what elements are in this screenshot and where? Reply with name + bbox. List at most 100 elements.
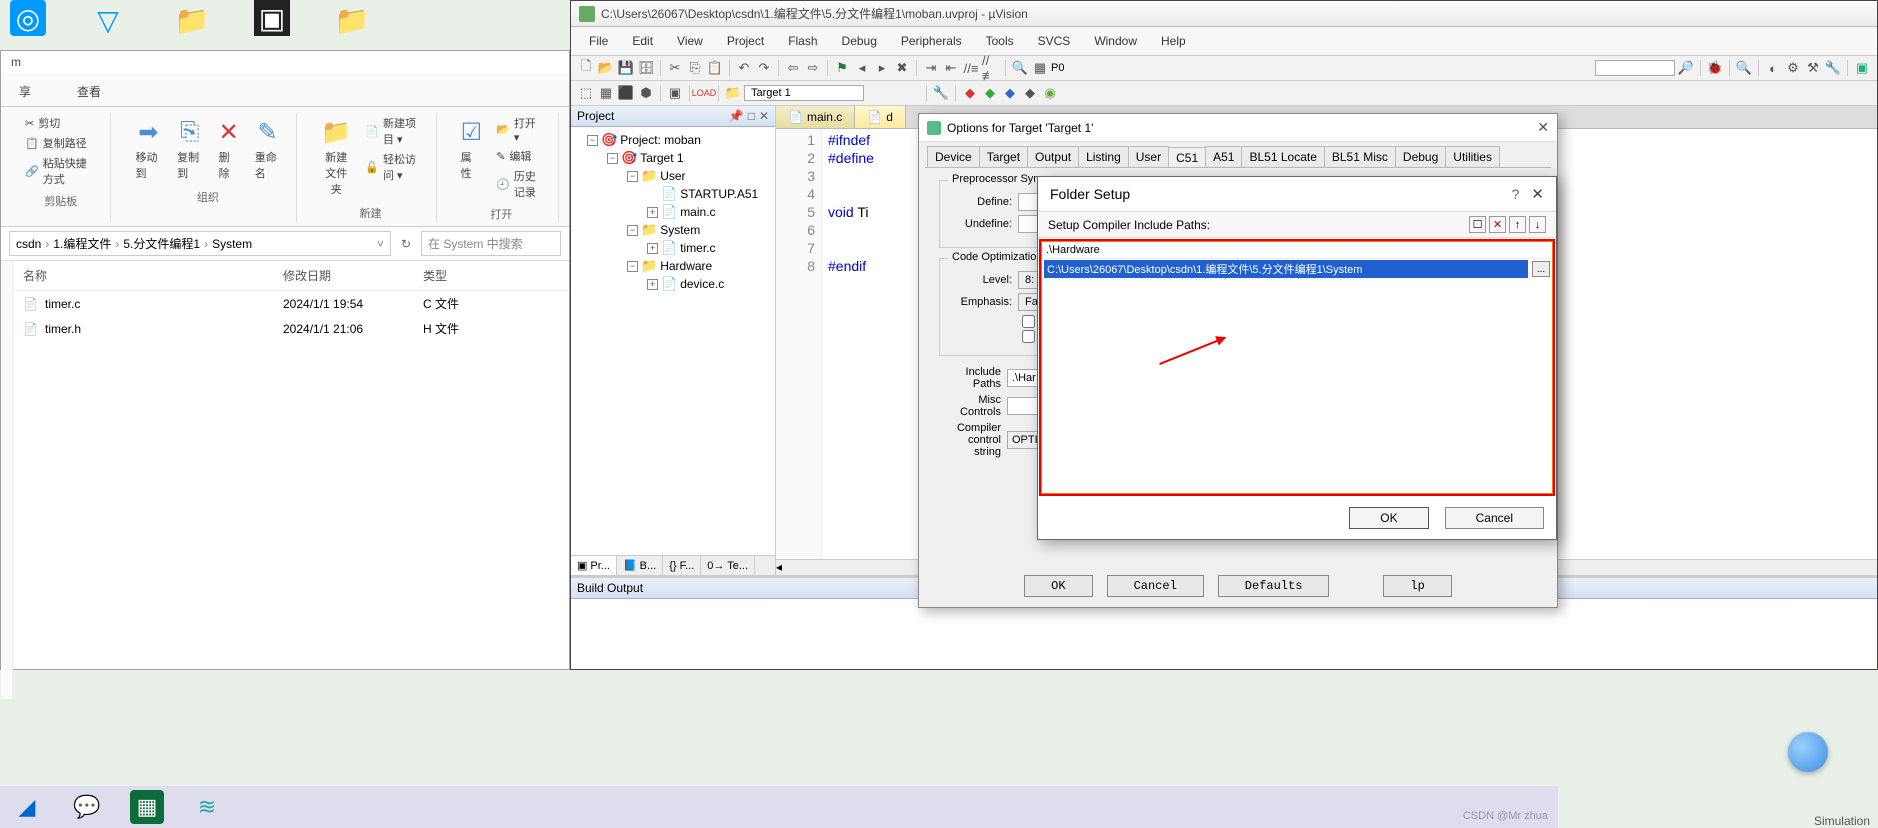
target-combo[interactable]: Target 1 (744, 85, 864, 101)
new-folder-button[interactable]: 📁新建 文件夹 (315, 113, 357, 201)
tab-templates[interactable]: 0→ Te... (701, 556, 755, 575)
config1-icon[interactable]: ◐ (1764, 59, 1782, 77)
code-content[interactable]: #ifndef #define void Ti #endif (822, 129, 880, 559)
tab-bl51-misc[interactable]: BL51 Misc (1324, 146, 1396, 167)
column-headers[interactable]: 名称 修改日期 类型 (13, 261, 569, 291)
manage5-icon[interactable]: ◉ (1041, 84, 1059, 102)
breadcrumb-seg[interactable]: 1.编程文件 (53, 235, 111, 252)
browse-button[interactable]: ... (1532, 261, 1550, 277)
collapse-icon[interactable]: − (607, 153, 618, 164)
col-date[interactable]: 修改日期 (283, 267, 423, 284)
tree-group[interactable]: User (660, 169, 685, 183)
tree-file[interactable]: main.c (680, 205, 715, 219)
find-icon[interactable]: 🔍 (1011, 59, 1029, 77)
help-icon[interactable]: ? (1512, 186, 1520, 202)
taskbar-app[interactable]: ▦ (130, 790, 164, 824)
easy-access-button[interactable]: 🔓轻松访问 ▾ (361, 149, 425, 185)
rename-button[interactable]: ✎重命名 (249, 113, 287, 185)
close-icon[interactable]: ✕ (759, 109, 769, 123)
tree-group[interactable]: Hardware (660, 259, 712, 273)
menu-window[interactable]: Window (1084, 30, 1147, 52)
menu-peripherals[interactable]: Peripherals (891, 30, 972, 52)
open-button[interactable]: 📂打开 ▾ (492, 113, 548, 146)
move-down-button[interactable]: ↓ (1529, 216, 1546, 233)
wrench-icon[interactable]: 🔧 (1824, 59, 1842, 77)
file-row[interactable]: 📄 timer.h 2024/1/1 21:06 H 文件 (13, 316, 569, 341)
undo-icon[interactable]: ↶ (735, 59, 753, 77)
window-icon[interactable]: ▣ (1853, 59, 1871, 77)
collapse-icon[interactable]: − (627, 225, 638, 236)
ok-button[interactable]: OK (1349, 507, 1428, 529)
col-type[interactable]: 类型 (423, 267, 503, 284)
comment-icon[interactable]: //≡ (962, 59, 980, 77)
new-path-button[interactable]: ☐ (1469, 216, 1486, 233)
include-paths-list[interactable]: .\Hardware C:\Users\26067\Desktop\csdn\1… (1041, 241, 1553, 494)
build-icon[interactable]: ⬚ (577, 84, 595, 102)
menu-project[interactable]: Project (717, 30, 774, 52)
manage2-icon[interactable]: ◆ (981, 84, 999, 102)
move-to-button[interactable]: ➡移动到 (129, 113, 167, 185)
path-row[interactable]: .\Hardware (1042, 242, 1552, 259)
explorer-menu-m[interactable]: m (1, 51, 569, 73)
desktop-folder-icon[interactable]: 📁 (330, 0, 374, 40)
cut-button[interactable]: ✂剪切 (21, 113, 100, 133)
help-button[interactable]: lp (1383, 575, 1451, 597)
desktop-app-icon[interactable]: ▣ (254, 0, 290, 36)
bookmark-next-icon[interactable]: ▸ (873, 59, 891, 77)
close-icon[interactable]: ✕ (1531, 185, 1544, 203)
editor-tab[interactable]: 📄main.c (776, 106, 855, 128)
delete-path-button[interactable]: ✕ (1489, 216, 1506, 233)
new-item-button[interactable]: 📄新建项目 ▾ (361, 113, 425, 149)
menu-view[interactable]: View (667, 30, 713, 52)
expand-icon[interactable]: + (647, 207, 658, 218)
redo-icon[interactable]: ↷ (755, 59, 773, 77)
rebuild-icon[interactable]: ⬛ (617, 84, 635, 102)
breadcrumb-seg[interactable]: 5.分文件编程1 (123, 235, 200, 252)
tab-utilities[interactable]: Utilities (1445, 146, 1500, 167)
edit-button[interactable]: ✎编辑 (492, 146, 548, 166)
tab-bl51-locate[interactable]: BL51 Locate (1241, 146, 1324, 167)
menu-tools[interactable]: Tools (976, 30, 1024, 52)
tree-group[interactable]: System (660, 223, 700, 237)
indent-icon[interactable]: ⇥ (922, 59, 940, 77)
desktop-app-icon[interactable]: ▽ (86, 0, 130, 40)
menu-help[interactable]: Help (1151, 30, 1196, 52)
search-combo[interactable] (1595, 60, 1675, 76)
tab-a51[interactable]: A51 (1205, 146, 1242, 167)
taskbar-app[interactable]: ◢ (10, 790, 44, 824)
build-all-icon[interactable]: ▦ (597, 84, 615, 102)
outdent-icon[interactable]: ⇤ (942, 59, 960, 77)
ribbon-tab-share[interactable]: 享 (11, 77, 39, 106)
save-icon[interactable]: 💾 (617, 59, 635, 77)
bookmark-clear-icon[interactable]: ✖ (893, 59, 911, 77)
chk-do[interactable] (1022, 330, 1035, 343)
refresh-button[interactable]: ↻ (397, 235, 415, 253)
options-titlebar[interactable]: Options for Target 'Target 1' ✕ (919, 114, 1557, 142)
desktop-folder-icon[interactable]: 📁 (170, 0, 214, 40)
tab-project[interactable]: ▣Pr... (571, 556, 617, 575)
tree-target[interactable]: Target 1 (640, 151, 683, 165)
path-row-selected[interactable]: C:\Users\26067\Desktop\csdn\1.编程文件\5.分文件… (1042, 259, 1552, 279)
collapse-icon[interactable]: − (587, 135, 598, 146)
search-input[interactable]: 在 System 中搜索 (421, 231, 561, 256)
menu-file[interactable]: File (579, 30, 618, 52)
menu-flash[interactable]: Flash (778, 30, 827, 52)
bookmark-icon[interactable]: ⚑ (833, 59, 851, 77)
cut-icon[interactable]: ✂ (666, 59, 684, 77)
file-row[interactable]: 📄 timer.c 2024/1/1 19:54 C 文件 (13, 291, 569, 316)
desktop-app-icon[interactable]: ◎ (10, 0, 46, 36)
copy-icon[interactable]: ⎘ (686, 59, 704, 77)
paste-icon[interactable]: 📋 (706, 59, 724, 77)
bookmark-prev-icon[interactable]: ◂ (853, 59, 871, 77)
breadcrumb-seg[interactable]: csdn (16, 237, 41, 251)
tab-functions[interactable]: {} F... (663, 556, 701, 575)
defaults-button[interactable]: Defaults (1218, 575, 1330, 597)
path-text[interactable]: C:\Users\26067\Desktop\csdn\1.编程文件\5.分文件… (1044, 260, 1528, 278)
tab-user[interactable]: User (1128, 146, 1169, 167)
breadcrumb-seg[interactable]: System (212, 237, 252, 251)
floating-button[interactable] (1788, 732, 1828, 772)
close-icon[interactable]: ✕ (1537, 119, 1549, 136)
p0-icon[interactable]: ▦ (1031, 59, 1049, 77)
menu-debug[interactable]: Debug (832, 30, 887, 52)
folder-titlebar[interactable]: Folder Setup ? ✕ (1038, 177, 1556, 211)
